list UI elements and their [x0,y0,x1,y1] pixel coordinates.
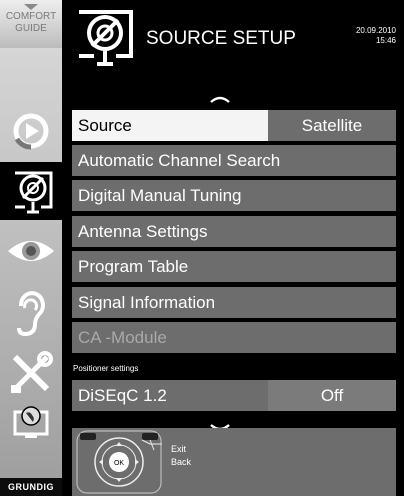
comfort-guide-button[interactable]: COMFORT GUIDE [0,0,62,48]
menu-row-label: CA -Module [78,327,167,347]
menu-row-label: Source [72,110,268,141]
menu-row-digital-manual-tuning[interactable]: Digital Manual Tuning [72,180,396,211]
sidebar-item-source[interactable] [0,102,62,160]
brand-logo: GRUNDIG [0,478,62,496]
menu-row-ca-module: CA -Module [72,322,396,353]
section-label: Positioner settings [73,364,139,373]
menu-row-source[interactable]: Source Satellite [72,110,396,141]
time: 15:46 [375,36,396,45]
satellite-dish-icon [79,10,133,66]
comfort-guide-line-2: GUIDE [15,23,47,34]
date-time: 20.09.2010 15:46 [356,26,396,46]
back-hint: Back [171,457,192,467]
sidebar-item-picture[interactable] [0,222,62,280]
menu-row-label: DiSEqC 1.2 [78,385,167,405]
arrow-down-icon [24,4,38,10]
remote-hint-area: OK Exit Back [72,428,396,496]
tools-icon [11,351,53,393]
exit-hint: Exit [171,444,187,454]
source-icon [13,113,49,150]
sidebar-item-sources-web[interactable] [0,394,62,452]
menu-row-label: Digital Manual Tuning [78,185,242,205]
sidebar: COMFORT GUIDE GRUNDIG [0,0,68,496]
menu-row-label: Antenna Settings [78,221,208,241]
menu-row-automatic-channel-search[interactable]: Automatic Channel Search [72,145,396,176]
remote-control-icon: OK [76,430,162,494]
menu-row-label: Automatic Channel Search [78,150,281,170]
sidebar-item-source-setup[interactable] [0,162,68,220]
comfort-guide-line-1: COMFORT [5,11,57,22]
menu-row-value[interactable]: Satellite [268,110,396,141]
sidebar-item-sound[interactable] [0,284,62,342]
menu-row-antenna-settings[interactable]: Antenna Settings [72,216,396,247]
scroll-up-icon[interactable] [210,95,230,103]
menu-row-value[interactable]: Off [268,380,396,411]
eye-icon [8,241,54,261]
date: 20.09.2010 [355,26,396,35]
ok-key-label: OK [114,460,124,467]
page-title: SOURCE SETUP [146,28,296,49]
globe-monitor-icon [13,406,49,438]
menu-row-diseqc[interactable]: DiSEqC 1.2 Off [72,380,396,411]
main-panel: SOURCE SETUP 20.09.2010 15:46 Source Sat… [62,0,404,496]
menu-row-label: Program Table [78,256,189,276]
satellite-dish-icon [15,171,53,214]
menu-row-program-table[interactable]: Program Table [72,251,396,282]
header-icon [72,6,138,73]
menu-row-signal-information[interactable]: Signal Information [72,287,396,318]
menu-row-label: Signal Information [78,292,216,312]
ear-icon [17,291,45,337]
